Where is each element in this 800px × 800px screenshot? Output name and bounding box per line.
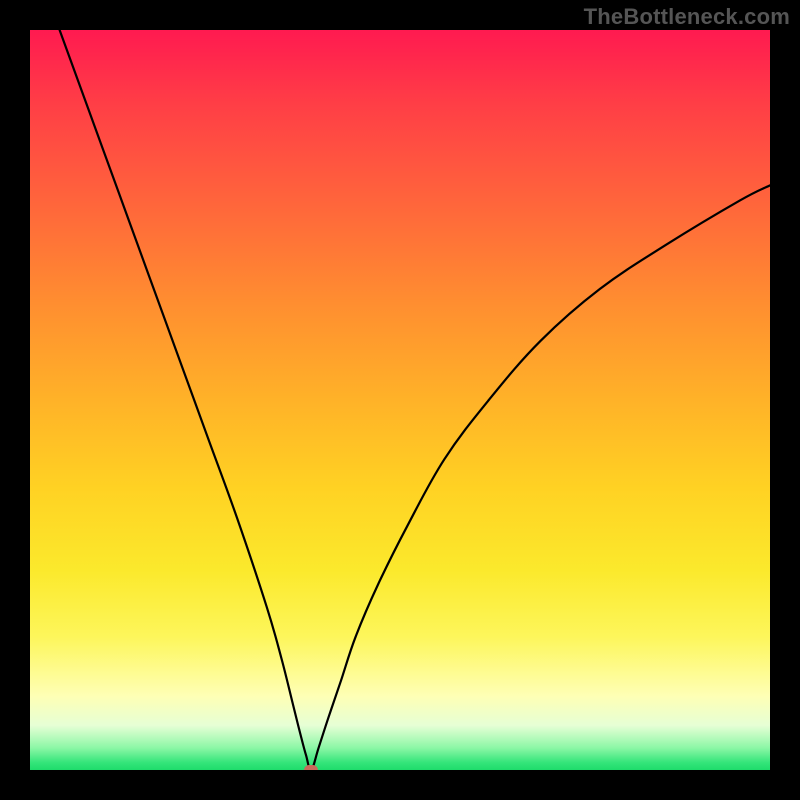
optimal-point-marker [304, 765, 318, 770]
curve-path [60, 30, 770, 770]
bottleneck-curve [30, 30, 770, 770]
watermark-text: TheBottleneck.com [584, 4, 790, 30]
chart-frame: TheBottleneck.com [0, 0, 800, 800]
plot-area [30, 30, 770, 770]
